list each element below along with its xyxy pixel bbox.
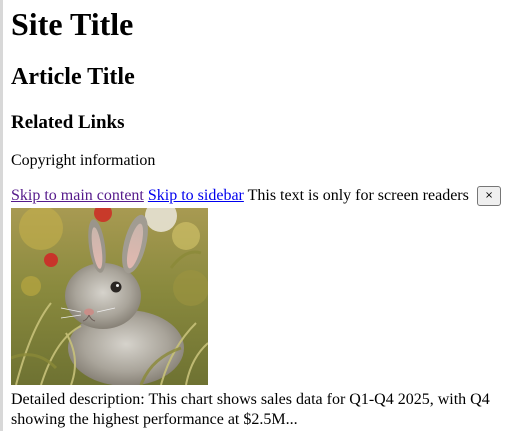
skip-to-main-link[interactable]: Skip to main content xyxy=(11,187,144,204)
article-title: Article Title xyxy=(11,64,135,90)
copyright-text: Copyright information xyxy=(11,152,156,169)
image-description: Detailed description: This chart shows s… xyxy=(11,391,490,428)
skip-to-sidebar-link[interactable]: Skip to sidebar xyxy=(148,187,244,204)
site-title: Site Title xyxy=(11,6,134,42)
page: Site Title Article Title Related Links C… xyxy=(3,0,510,431)
skip-links-row: Skip to main content Skip to sidebar Thi… xyxy=(11,186,502,207)
related-links-heading: Related Links xyxy=(11,112,125,133)
close-button[interactable]: × xyxy=(476,186,502,207)
rabbit-image xyxy=(11,208,208,385)
screen-reader-text: This text is only for screen readers xyxy=(247,187,469,204)
